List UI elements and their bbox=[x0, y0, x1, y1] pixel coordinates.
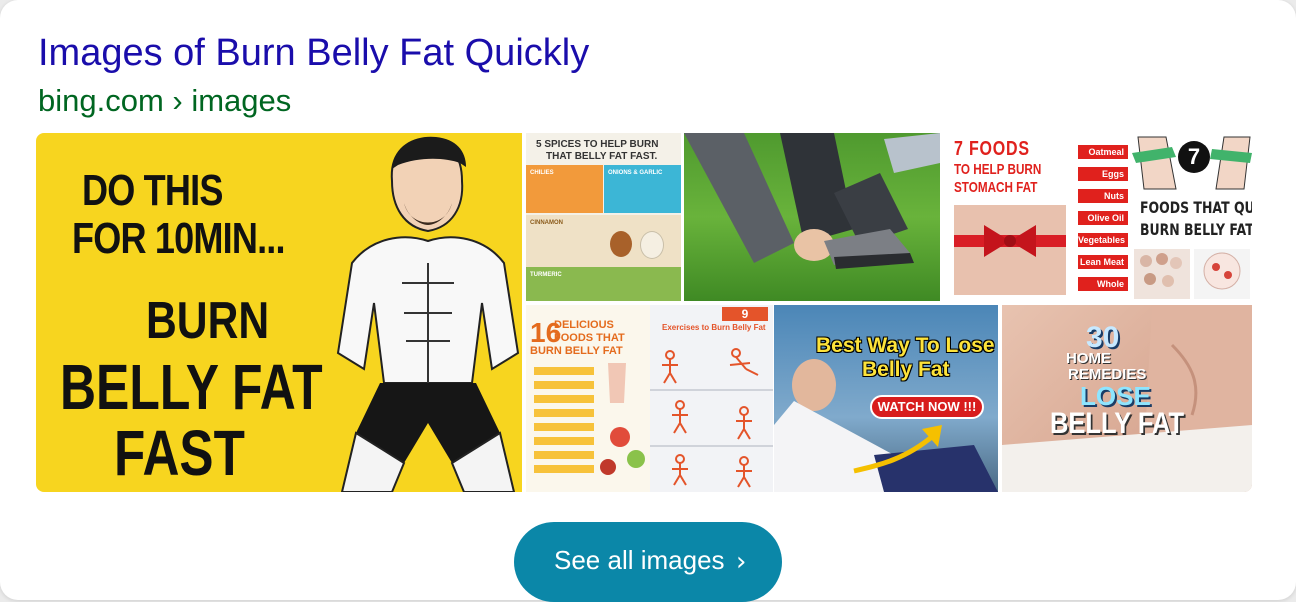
image-text: FAST bbox=[114, 417, 245, 489]
food-tag: Olive Oil bbox=[1078, 211, 1128, 225]
image-text: BURN bbox=[146, 292, 270, 350]
waist-ribbon-photo bbox=[954, 205, 1066, 295]
image-text: Best Way To Lose bbox=[816, 334, 995, 357]
image-tile-foods-that-quickly[interactable]: 7 FOODS THAT QUICKLY BURN BELLY FAT bbox=[1132, 133, 1252, 301]
image-text: 7 FOODS bbox=[954, 138, 1030, 160]
image-text: BURN BELLY FAT bbox=[530, 345, 623, 357]
image-text: Belly Fat bbox=[862, 358, 950, 381]
image-text: DO THIS bbox=[82, 166, 223, 215]
image-text: Exercises to Burn Belly Fat bbox=[662, 323, 766, 332]
panel: CINNAMON bbox=[526, 215, 681, 267]
panel: ONIONS & GARLIC bbox=[604, 165, 681, 213]
see-all-label: See all images bbox=[554, 545, 725, 575]
result-title-link[interactable]: Images of Burn Belly Fat Quickly bbox=[38, 28, 589, 78]
image-text: CHILIES bbox=[530, 170, 554, 176]
garlic-icon bbox=[640, 231, 664, 259]
onion-icon bbox=[610, 231, 632, 257]
image-text: DELICIOUS bbox=[554, 319, 614, 331]
image-text: ONIONS & GARLIC bbox=[608, 170, 663, 176]
image-text: THAT BELLY FAT FAST. bbox=[546, 151, 658, 162]
chevron-right-icon: › bbox=[736, 547, 747, 577]
image-text: BELLY FAT bbox=[60, 351, 323, 423]
image-text: BURN BELLY FAT bbox=[1140, 220, 1252, 239]
panel: CHILIES bbox=[526, 165, 603, 213]
image-text: TURMERIC bbox=[530, 272, 562, 278]
image-text: FOODS THAT bbox=[554, 332, 625, 344]
image-results-card: Images of Burn Belly Fat Quickly bing.co… bbox=[0, 0, 1296, 602]
panel: TURMERIC bbox=[526, 267, 681, 301]
food-list-illustration bbox=[534, 363, 645, 475]
food-tag: Whole Grains bbox=[1078, 277, 1128, 301]
image-tile-seven-foods[interactable]: 7 FOODS TO HELP BURN STOMACH FAT Oatmeal… bbox=[944, 133, 1128, 301]
food-tag: Lean Meat bbox=[1078, 255, 1128, 269]
image-text: TO HELP BURN bbox=[954, 161, 1042, 178]
food-tag: Vegetables bbox=[1078, 233, 1128, 247]
image-tile-exercises[interactable]: 9 Exercises to Burn Belly Fat bbox=[650, 305, 773, 492]
image-text: CINNAMON bbox=[530, 220, 563, 226]
image-tile-home-remedies[interactable]: 30 HOME REMEDIES LOSE BELLY FAT bbox=[1002, 305, 1252, 492]
see-all-images-button[interactable]: See all images › bbox=[514, 522, 782, 602]
image-grid: DO THIS FOR 10MIN... BURN BELLY FAT FAST… bbox=[36, 133, 1252, 492]
image-text: 30 bbox=[1086, 321, 1120, 354]
image-tile-spices[interactable]: 5 SPICES TO HELP BURN THAT BELLY FAT FAS… bbox=[526, 133, 681, 301]
food-tag: Nuts bbox=[1078, 189, 1128, 203]
image-tile-sixteen-foods[interactable]: 16 DELICIOUS FOODS THAT BURN BELLY FAT bbox=[526, 305, 650, 492]
image-tile-do-this[interactable]: DO THIS FOR 10MIN... BURN BELLY FAT FAST bbox=[36, 133, 522, 492]
image-tile-tying-shoes[interactable] bbox=[684, 133, 940, 301]
image-text: HOME bbox=[1066, 350, 1111, 367]
food-photos bbox=[1134, 249, 1250, 299]
person-tying-shoe-photo bbox=[684, 133, 940, 269]
image-text: STOMACH FAT bbox=[954, 179, 1038, 196]
image-text: FOR 10MIN... bbox=[72, 214, 286, 263]
number-badge: 7 bbox=[1178, 141, 1210, 173]
muscular-man-illustration bbox=[336, 136, 520, 492]
result-source-url: bing.com › images bbox=[38, 83, 292, 118]
food-tag: Oatmeal bbox=[1078, 145, 1128, 159]
number-badge: 9 bbox=[722, 307, 768, 321]
image-text: 5 SPICES TO HELP BURN bbox=[536, 139, 659, 150]
image-tile-best-way[interactable]: Best Way To Lose Belly Fat WATCH NOW !!! bbox=[774, 305, 998, 492]
exercise-figures bbox=[650, 348, 773, 488]
image-text: FOODS THAT QUICKLY bbox=[1140, 198, 1252, 217]
image-text: BELLY FAT bbox=[1050, 407, 1185, 440]
food-tag: Eggs bbox=[1078, 167, 1128, 181]
image-text: LOSE bbox=[1080, 381, 1151, 411]
arrow-icon bbox=[853, 425, 942, 474]
